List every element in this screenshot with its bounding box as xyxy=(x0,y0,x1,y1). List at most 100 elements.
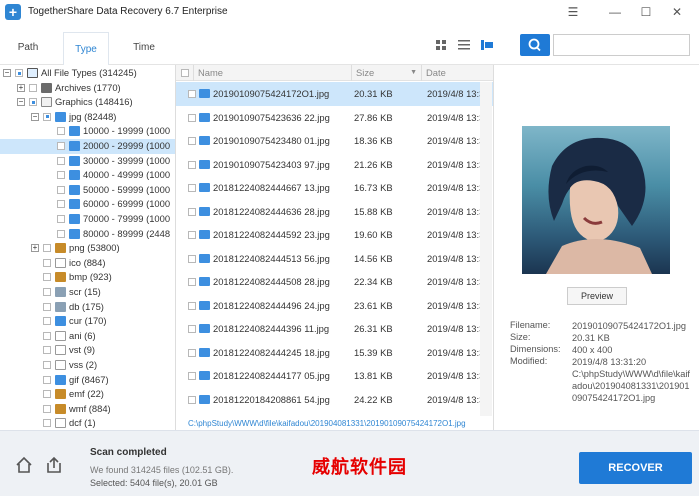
table-row[interactable]: 20190109075423636 22.jpg 27.86 KB 2019/4/8… xyxy=(176,106,493,130)
export-icon[interactable] xyxy=(44,455,64,475)
table-row[interactable]: 20181220184208861 54.jpg 24.22 KB 2019/4/8… xyxy=(176,388,493,412)
table-row[interactable]: 20181224082444396 11.jpg 26.31 KB 2019/4/8… xyxy=(176,317,493,341)
maximize-icon[interactable]: ☐ xyxy=(633,2,659,22)
tree-checkbox[interactable] xyxy=(57,142,65,150)
tree-item[interactable]: − jpg (82448) xyxy=(0,110,175,125)
row-checkbox[interactable] xyxy=(188,137,196,145)
tree-checkbox[interactable] xyxy=(57,215,65,223)
tree-item[interactable]: 10000 - 19999 (1000 xyxy=(0,124,175,139)
row-checkbox[interactable] xyxy=(188,301,196,310)
tree-item[interactable]: ico (884) xyxy=(0,256,175,271)
expand-icon[interactable]: + xyxy=(31,244,39,253)
tree-checkbox[interactable] xyxy=(43,258,51,267)
tree-item[interactable]: + Archives (1770) xyxy=(0,81,175,96)
tree-checkbox[interactable] xyxy=(43,346,51,355)
table-row[interactable]: 20181224082444177 05.jpg 13.81 KB 2019/4/8… xyxy=(176,364,493,388)
tree-item[interactable]: emf (22) xyxy=(0,387,175,402)
home-icon[interactable] xyxy=(14,455,34,475)
tree-item[interactable]: db (175) xyxy=(0,300,175,315)
row-checkbox[interactable] xyxy=(188,90,196,98)
collapse-icon[interactable]: − xyxy=(3,69,11,77)
tree-checkbox[interactable] xyxy=(57,229,65,238)
column-name[interactable]: Name xyxy=(194,65,352,81)
tab-time[interactable]: Time xyxy=(124,31,164,65)
table-row[interactable]: 20181224082444592 23.jpg 19.60 KB 2019/4/8… xyxy=(176,223,493,247)
tree-checkbox[interactable] xyxy=(43,361,51,369)
tree-item[interactable]: dcf (1) xyxy=(0,416,175,430)
column-size[interactable]: Size ▼ xyxy=(352,65,422,81)
row-checkbox[interactable] xyxy=(188,372,196,380)
tree-checkbox[interactable] xyxy=(43,273,51,282)
row-checkbox[interactable] xyxy=(188,207,196,216)
tree-item[interactable]: 70000 - 79999 (1000 xyxy=(0,212,175,227)
tree-checkbox[interactable] xyxy=(43,331,51,340)
tree-item[interactable]: vst (9) xyxy=(0,343,175,358)
tree-item[interactable]: 30000 - 39999 (1000 xyxy=(0,154,175,169)
header-checkbox[interactable] xyxy=(176,65,194,81)
tree-checkbox[interactable] xyxy=(57,200,65,209)
tree-checkbox[interactable] xyxy=(43,375,51,384)
tree-item[interactable]: vss (2) xyxy=(0,358,175,373)
tree-checkbox[interactable] xyxy=(43,112,51,121)
tree-checkbox[interactable] xyxy=(57,171,65,180)
list-view-icon[interactable] xyxy=(457,38,471,52)
tree-item[interactable]: 50000 - 59999 (1000 xyxy=(0,183,175,198)
expand-icon[interactable]: + xyxy=(17,83,25,92)
table-row[interactable]: 20181224082444513 56.jpg 14.56 KB 2019/4/8… xyxy=(176,247,493,271)
tab-type[interactable]: Type xyxy=(63,32,109,66)
collapse-icon[interactable]: − xyxy=(31,112,39,121)
tab-path[interactable]: Path xyxy=(8,31,48,65)
table-row[interactable]: 20190109075423403 97.jpg 21.26 KB 2019/4/8… xyxy=(176,153,493,177)
row-checkbox[interactable] xyxy=(188,254,196,263)
table-row[interactable]: 20181224082444496 24.jpg 23.61 KB 2019/4/8… xyxy=(176,294,493,318)
collapse-icon[interactable]: − xyxy=(17,98,25,107)
select-all-checkbox[interactable] xyxy=(181,69,189,77)
tree-checkbox[interactable] xyxy=(57,156,65,165)
preview-button[interactable]: Preview xyxy=(567,287,627,305)
table-row[interactable]: 20181224082444667 13.jpg 16.73 KB 2019/4/8… xyxy=(176,176,493,200)
tree-checkbox[interactable] xyxy=(29,83,37,92)
minimize-icon[interactable]: — xyxy=(602,2,628,22)
tree-item[interactable]: cur (170) xyxy=(0,314,175,329)
row-checkbox[interactable] xyxy=(188,348,196,357)
tree-checkbox[interactable] xyxy=(29,98,37,107)
tree-item[interactable]: gif (8467) xyxy=(0,373,175,388)
tree-checkbox[interactable] xyxy=(43,404,51,413)
tree-item[interactable]: 20000 - 29999 (1000 xyxy=(0,139,175,154)
tree-checkbox[interactable] xyxy=(43,288,51,296)
column-date[interactable]: Date xyxy=(422,65,493,81)
tree-checkbox[interactable] xyxy=(43,390,51,399)
tree-item[interactable]: ani (6) xyxy=(0,329,175,344)
row-checkbox[interactable] xyxy=(188,184,196,192)
row-checkbox[interactable] xyxy=(188,113,196,122)
tree-item[interactable]: 40000 - 49999 (1000 xyxy=(0,168,175,183)
recover-button[interactable]: RECOVER xyxy=(579,452,692,484)
row-checkbox[interactable] xyxy=(188,160,196,169)
row-checkbox[interactable] xyxy=(188,395,196,404)
table-row[interactable]: 20181224082444636 28.jpg 15.88 KB 2019/4/8… xyxy=(176,200,493,224)
table-row[interactable]: 20181224082444508 28.jpg 22.34 KB 2019/4/8… xyxy=(176,270,493,294)
tree-item[interactable]: − All File Types (314245) xyxy=(0,66,175,81)
row-checkbox[interactable] xyxy=(188,231,196,239)
tree-item[interactable]: − Graphics (148416) xyxy=(0,95,175,110)
row-checkbox[interactable] xyxy=(188,278,196,286)
table-row[interactable]: 20190109075423480 01.jpg 18.36 KB 2019/4/8… xyxy=(176,129,493,153)
tree-item[interactable]: wmf (884) xyxy=(0,402,175,417)
tree-checkbox[interactable] xyxy=(57,185,65,194)
row-checkbox[interactable] xyxy=(188,325,196,333)
close-icon[interactable]: ✕ xyxy=(664,2,690,22)
table-row[interactable]: 20181224082444245 18.jpg 15.39 KB 2019/4/8… xyxy=(176,341,493,365)
tree-item[interactable]: scr (15) xyxy=(0,285,175,300)
tree-checkbox[interactable] xyxy=(57,127,65,136)
tree-item[interactable]: 80000 - 89999 (2448 xyxy=(0,227,175,242)
tree-item[interactable]: 60000 - 69999 (1000 xyxy=(0,197,175,212)
tree-checkbox[interactable] xyxy=(15,69,23,77)
detail-view-icon[interactable] xyxy=(480,38,494,52)
search-button[interactable] xyxy=(520,34,550,56)
menu-icon[interactable]: ☰ xyxy=(560,2,586,22)
tree-item[interactable]: bmp (923) xyxy=(0,270,175,285)
table-row[interactable]: 20190109075424172O1.jpg 20.31 KB 2019/4/8 … xyxy=(176,82,493,106)
tree-checkbox[interactable] xyxy=(43,302,51,311)
tree-checkbox[interactable] xyxy=(43,419,51,428)
tree-item[interactable]: + png (53800) xyxy=(0,241,175,256)
